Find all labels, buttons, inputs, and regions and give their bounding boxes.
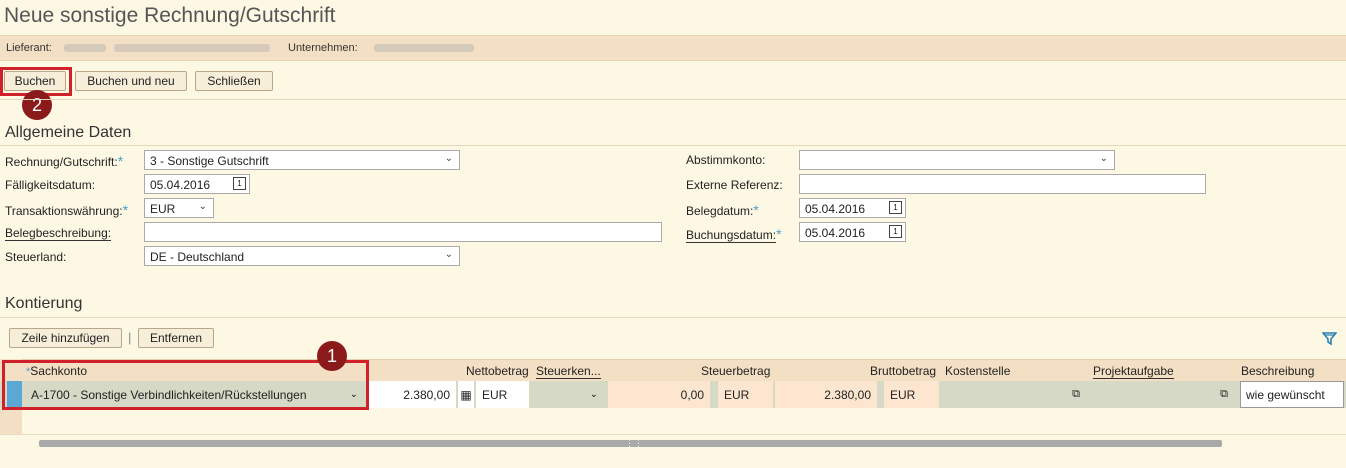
- net-amount-input[interactable]: 2.380,00: [366, 381, 456, 408]
- highlight-gl-account: [2, 360, 369, 410]
- value-help-icon[interactable]: ⧉: [1220, 388, 1228, 401]
- add-row-button[interactable]: Zeile hinzufügen: [9, 328, 122, 348]
- chevron-down-icon: ⌄: [1099, 153, 1108, 164]
- supplier-id-redacted: [64, 44, 106, 52]
- divider: [0, 317, 1346, 318]
- company-name-redacted: [374, 44, 474, 52]
- description-label: Belegbeschreibung:: [5, 226, 112, 241]
- tax-code-select[interactable]: ⌄: [533, 381, 606, 408]
- external-ref-input[interactable]: [799, 174, 1206, 194]
- posting-date-label: Buchungsdatum:*: [686, 226, 782, 243]
- col-tax-amount[interactable]: Steuerbetrag: [701, 364, 770, 378]
- tax-country-select[interactable]: DE - Deutschland ⌄: [144, 246, 460, 266]
- tax-currency[interactable]: EUR: [718, 381, 773, 408]
- supplier-label: Lieferant:: [6, 42, 52, 54]
- tax-country-label: Steuerland:: [5, 250, 67, 264]
- col-net-amount[interactable]: Nettobetrag: [466, 364, 529, 378]
- book-and-new-button[interactable]: Buchen und neu: [75, 71, 187, 91]
- col-gross-amount[interactable]: Bruttobetrag: [870, 364, 936, 378]
- due-date-label: Fälligkeitsdatum:: [5, 178, 96, 192]
- divider: [0, 145, 1346, 146]
- chevron-down-icon: ⌄: [198, 201, 207, 212]
- empty-row: [0, 408, 1346, 435]
- invoice-type-select[interactable]: 3 - Sonstige Gutschrift ⌄: [144, 150, 460, 170]
- chevron-down-icon: ⌄: [444, 249, 453, 260]
- filter-icon[interactable]: [1322, 331, 1337, 346]
- company-label: Unternehmen:: [288, 42, 358, 54]
- invoice-type-label: Rechnung/Gutschrift:*: [5, 153, 124, 169]
- currency-label: Transaktionswährung:*: [5, 202, 129, 218]
- calendar-icon[interactable]: 1: [233, 177, 246, 190]
- col-tax-code[interactable]: Steuerken...: [536, 364, 601, 379]
- accounting-heading: Kontierung: [5, 295, 83, 312]
- general-data-heading: Allgemeine Daten: [5, 124, 132, 141]
- value-help-icon[interactable]: ⧉: [1072, 388, 1080, 401]
- currency-select[interactable]: EUR ⌄: [144, 198, 214, 218]
- toolbar-separator: |: [128, 330, 132, 345]
- divider: [0, 99, 1346, 100]
- chevron-down-icon: ⌄: [589, 389, 598, 400]
- row-selector-empty: [0, 408, 22, 434]
- col-project-task[interactable]: Projektaufgabe: [1093, 364, 1174, 379]
- chevron-down-icon: ⌄: [444, 153, 453, 164]
- description-input[interactable]: [144, 222, 662, 242]
- calendar-icon[interactable]: 1: [889, 225, 902, 238]
- calculator-icon[interactable]: ▦: [458, 381, 474, 408]
- gross-amount-input[interactable]: 2.380,00: [775, 381, 877, 408]
- gross-currency[interactable]: EUR: [884, 381, 939, 408]
- net-currency[interactable]: EUR: [476, 381, 529, 408]
- recon-account-label: Abstimmkonto:: [686, 153, 766, 167]
- page-title: Neue sonstige Rechnung/Gutschrift: [4, 4, 336, 27]
- col-description[interactable]: Beschreibung: [1241, 364, 1314, 378]
- supplier-name-redacted: [114, 44, 270, 52]
- scrollbar-grip-icon: ⋮⋮: [625, 438, 643, 448]
- info-bar: Lieferant: Unternehmen:: [0, 35, 1346, 61]
- description-cell-input[interactable]: wie gewünscht: [1240, 381, 1344, 408]
- doc-date-input[interactable]: 05.04.2016 1: [799, 198, 906, 218]
- callout-1: 1: [317, 341, 347, 371]
- recon-account-select[interactable]: ⌄: [799, 150, 1115, 170]
- posting-date-input[interactable]: 05.04.2016 1: [799, 222, 906, 242]
- doc-date-label: Belegdatum:*: [686, 202, 759, 218]
- calendar-icon[interactable]: 1: [889, 201, 902, 214]
- tax-amount-input[interactable]: 0,00: [608, 381, 710, 408]
- remove-button[interactable]: Entfernen: [138, 328, 214, 348]
- close-button[interactable]: Schließen: [195, 71, 273, 91]
- callout-2: 2: [22, 90, 52, 120]
- cost-center-input[interactable]: ⧉: [942, 381, 1088, 408]
- external-ref-label: Externe Referenz:: [686, 178, 783, 192]
- due-date-input[interactable]: 05.04.2016 1: [144, 174, 250, 194]
- col-cost-center[interactable]: Kostenstelle: [945, 364, 1010, 378]
- project-task-input[interactable]: ⧉: [1090, 381, 1236, 408]
